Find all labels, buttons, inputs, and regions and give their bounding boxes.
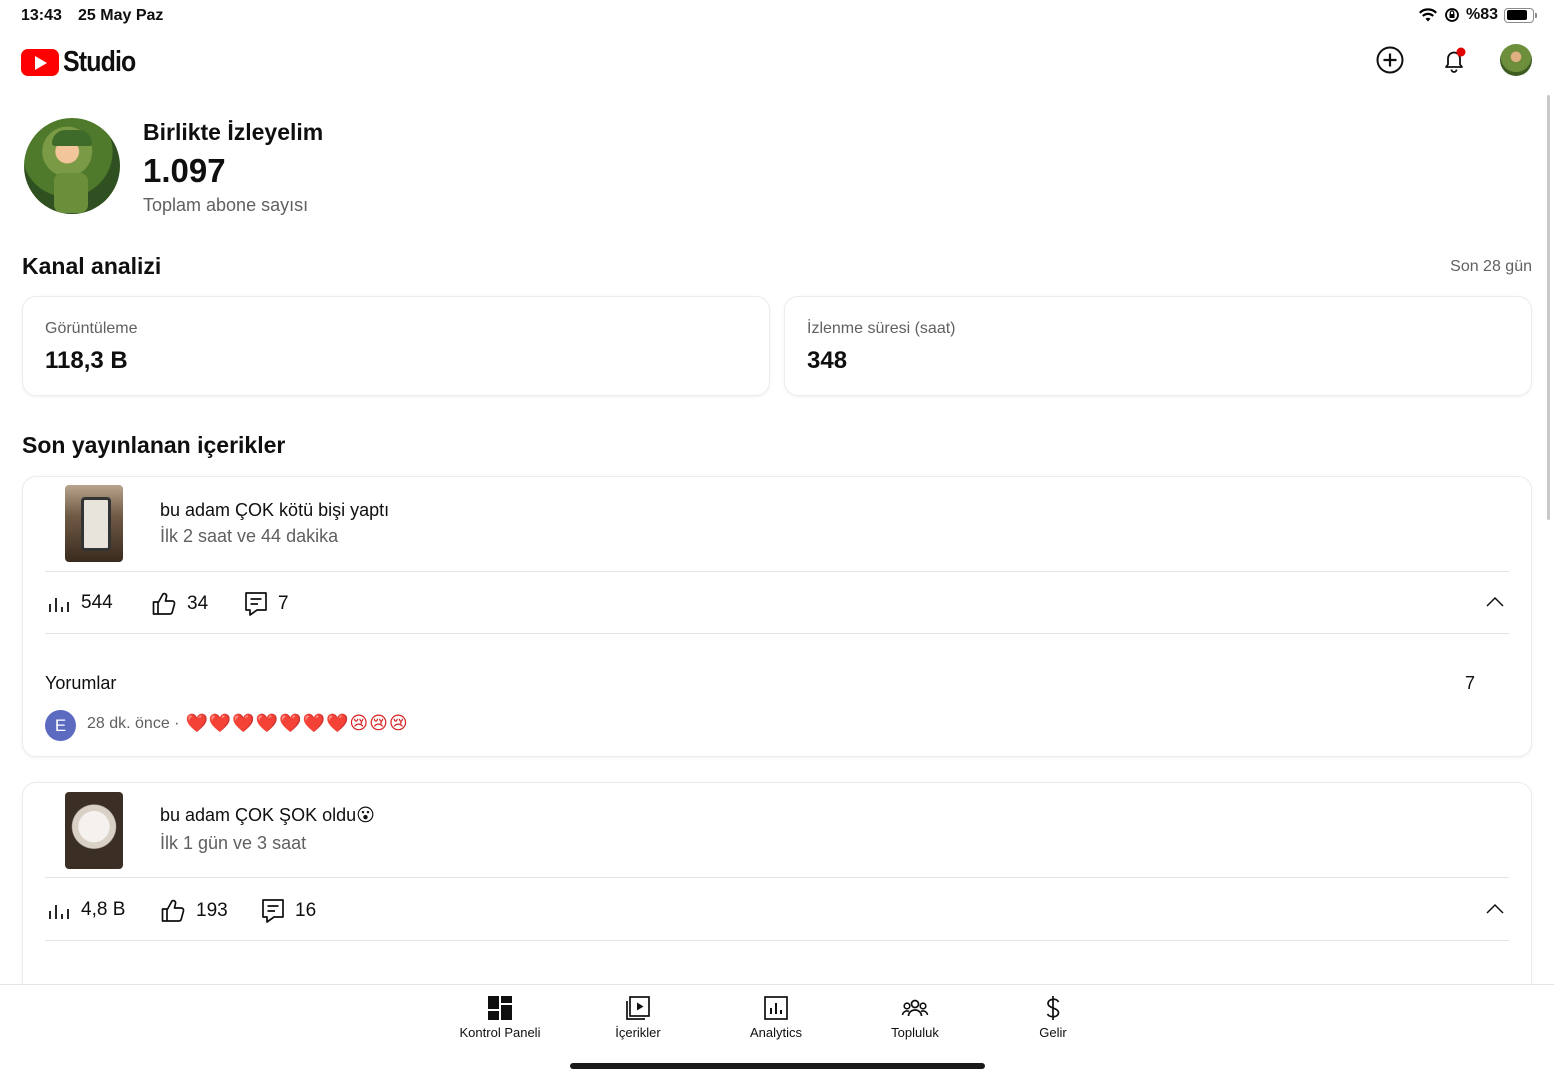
content-icon	[626, 996, 650, 1020]
thumbs-up-icon	[152, 592, 176, 615]
comment-icon	[262, 899, 284, 923]
nav-analytics[interactable]: Analytics	[716, 995, 836, 1040]
create-icon[interactable]	[1375, 45, 1405, 75]
comment-text: ❤️❤️❤️❤️❤️❤️❤️😢😢😢	[185, 713, 409, 733]
likes-count: 193	[196, 900, 228, 921]
commenter-avatar: E	[45, 710, 76, 741]
notifications-bell-icon[interactable]	[1439, 45, 1469, 75]
youtube-play-icon	[21, 49, 59, 76]
analytics-period: Son 28 gün	[1450, 258, 1532, 275]
likes-stat: 193	[160, 898, 228, 924]
comments-count: 7	[278, 593, 289, 614]
views-stat: 4,8 B	[47, 898, 125, 922]
divider	[45, 571, 1509, 572]
latest-comment[interactable]: 28 dk. önce · ❤️❤️❤️❤️❤️❤️❤️😢😢😢	[87, 713, 409, 734]
battery-icon	[1504, 7, 1537, 23]
watch-time-label: İzlenme süresi (saat)	[807, 320, 956, 337]
nav-community[interactable]: Topluluk	[855, 995, 975, 1040]
status-bar: 13:43 25 May Paz %83	[0, 0, 1554, 32]
nav-earn[interactable]: Gelir	[993, 995, 1113, 1040]
likes-stat: 34	[151, 591, 208, 617]
nav-label: Gelir	[1039, 1025, 1067, 1040]
comment-time: 28 dk. önce ·	[87, 714, 180, 732]
video-period: İlk 1 gün ve 3 saat	[160, 833, 307, 853]
divider	[45, 940, 1509, 941]
status-right: %83	[1418, 6, 1537, 24]
divider	[45, 877, 1509, 878]
thumbs-up-icon	[161, 899, 185, 922]
logo-text: Studio	[63, 46, 136, 78]
subscriber-label: Toplam abone sayısı	[143, 195, 309, 215]
divider	[45, 633, 1509, 634]
bar-chart-icon	[49, 598, 69, 612]
dollar-icon	[1046, 996, 1060, 1020]
watch-time-card[interactable]: İzlenme süresi (saat) 348	[784, 296, 1532, 396]
status-time: 13:43	[21, 7, 62, 24]
video-card-1[interactable]: bu adam ÇOK kötü bişi yaptı İlk 2 saat v…	[22, 476, 1532, 757]
orientation-lock-icon	[1445, 8, 1459, 22]
analytics-icon	[764, 996, 788, 1020]
channel-name: Birlikte İzleyelim	[143, 119, 324, 145]
video-title[interactable]: bu adam ÇOK ŞOK oldu😮	[160, 805, 375, 826]
recent-content-title: Son yayınlanan içerikler	[22, 432, 286, 458]
nav-content[interactable]: İçerikler	[578, 995, 698, 1040]
bar-chart-icon	[49, 905, 69, 919]
video-title[interactable]: bu adam ÇOK kötü bişi yaptı	[160, 500, 389, 521]
views-count: 4,8 B	[81, 899, 126, 920]
status-date: 25 May Paz	[78, 7, 164, 24]
comments-stat: 7	[244, 591, 289, 617]
battery-percent: %83	[1465, 6, 1498, 23]
video-period: İlk 2 saat ve 44 dakika	[160, 526, 339, 546]
home-indicator[interactable]	[570, 1063, 985, 1069]
chevron-up-icon[interactable]	[1485, 595, 1505, 609]
views-value: 118,3 B	[45, 347, 128, 374]
comments-label[interactable]: Yorumlar	[45, 673, 116, 694]
channel-analytics-title: Kanal analizi	[22, 253, 162, 279]
app-header: Studio	[0, 40, 1554, 84]
nav-label: İçerikler	[615, 1025, 661, 1040]
comments-total: 7	[1464, 673, 1475, 693]
views-count: 544	[81, 592, 113, 613]
subscriber-count: 1.097	[143, 152, 226, 189]
nav-label: Analytics	[749, 1025, 803, 1040]
video-thumbnail[interactable]	[65, 792, 123, 869]
account-avatar[interactable]	[1500, 44, 1532, 76]
watch-time-value: 348	[807, 347, 848, 374]
dashboard-icon	[488, 996, 512, 1020]
views-card[interactable]: Görüntüleme 118,3 B	[22, 296, 770, 396]
channel-avatar	[24, 118, 120, 214]
comments-count: 16	[295, 900, 317, 921]
comments-stat: 16	[261, 898, 316, 924]
wifi-icon	[1418, 8, 1437, 22]
views-stat: 544	[47, 591, 113, 615]
scrollbar[interactable]	[1547, 95, 1550, 520]
likes-count: 34	[187, 593, 209, 614]
community-icon	[901, 999, 929, 1017]
nav-label: Kontrol Paneli	[459, 1025, 541, 1040]
nav-dashboard[interactable]: Kontrol Paneli	[440, 995, 560, 1040]
video-thumbnail[interactable]	[65, 485, 123, 562]
chevron-up-icon[interactable]	[1485, 902, 1505, 916]
nav-label: Topluluk	[891, 1025, 939, 1040]
views-label: Görüntüleme	[45, 320, 138, 337]
comment-icon	[245, 592, 267, 616]
youtube-studio-logo[interactable]: Studio	[21, 46, 147, 79]
